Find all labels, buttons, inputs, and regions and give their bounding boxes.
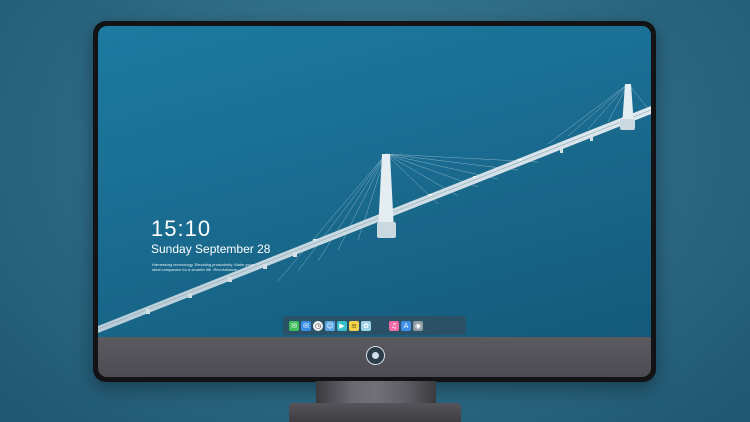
- camera-icon[interactable]: ◉: [413, 320, 423, 331]
- clapper-icon[interactable]: ▶: [337, 320, 347, 331]
- monitor-stand-base: [289, 403, 461, 422]
- photos-icon[interactable]: ✿: [361, 320, 371, 331]
- dock: ✉ ✉ ◷ ☺ ▶ ≡ ✿ ♫ A ◉: [283, 316, 466, 335]
- music-icon[interactable]: ♫: [389, 320, 399, 331]
- lock-clock: 15:10: [151, 216, 212, 241]
- lock-date: Sunday September 28: [151, 242, 271, 256]
- monitor-stand-neck: [316, 381, 436, 403]
- brand-logo-icon: [366, 346, 385, 365]
- monitor-chin: [98, 337, 651, 377]
- monitor: 15:10 Sunday September 28 Harnessing tec…: [93, 21, 656, 382]
- desktop-screen: 15:10 Sunday September 28 Harnessing tec…: [98, 26, 651, 337]
- clock-icon[interactable]: ◷: [313, 320, 323, 331]
- finder-icon[interactable]: ☺: [325, 320, 335, 331]
- app-store-icon[interactable]: A: [401, 320, 411, 331]
- lock-tagline: Harnessing technology, Elevating product…: [152, 262, 254, 272]
- messages-icon[interactable]: ✉: [289, 320, 299, 331]
- notes-icon[interactable]: ≡: [349, 320, 359, 331]
- mail-icon[interactable]: ✉: [301, 320, 311, 331]
- wallpaper-bridge: [98, 83, 651, 333]
